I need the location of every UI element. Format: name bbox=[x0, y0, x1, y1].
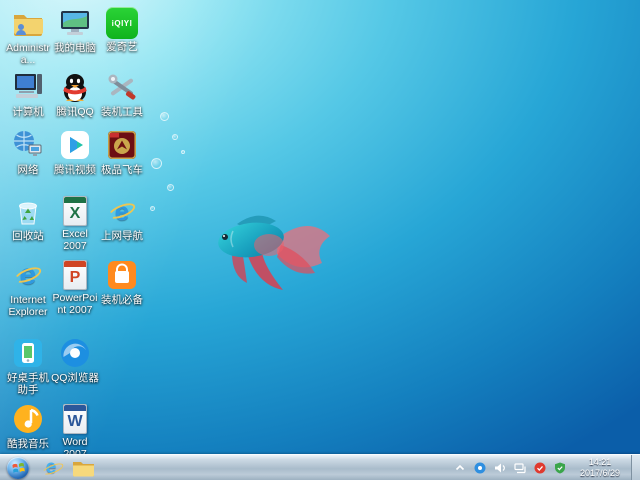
qq-penguin-icon bbox=[58, 70, 92, 104]
desktop-icon-label: 爱奇艺 bbox=[98, 41, 146, 53]
desktop-icon-label: 腾讯QQ bbox=[51, 106, 99, 118]
network-button[interactable] bbox=[513, 461, 527, 475]
excel-letter: X bbox=[70, 206, 81, 225]
clock-time: 14:21 bbox=[575, 457, 625, 468]
play-triangle-icon bbox=[58, 128, 92, 162]
desktop-icon-label: 装机工具 bbox=[98, 106, 146, 118]
hidden-icons-button[interactable] bbox=[453, 461, 467, 475]
desktop-icon-label: 好桌手机助手 bbox=[4, 372, 52, 397]
desktop-icon-label: 我的电脑 bbox=[51, 42, 99, 54]
desktop-icon-label: 计算机 bbox=[4, 106, 52, 118]
bubble bbox=[172, 134, 178, 140]
desktop-icon-my-computer[interactable]: 我的电脑 bbox=[51, 6, 99, 54]
powerpoint-band bbox=[64, 261, 86, 267]
desktop-icon-label: 回收站 bbox=[4, 230, 52, 242]
word-letter: W bbox=[67, 414, 82, 433]
betta-fish-image bbox=[203, 193, 343, 303]
word-band bbox=[64, 405, 86, 411]
desktop-icon-label: 腾讯视频 bbox=[51, 164, 99, 176]
desktop-icon-label: Administra... bbox=[4, 42, 52, 67]
desktop-icon-label: 极品飞车 bbox=[98, 164, 146, 176]
tray-app-icon[interactable] bbox=[473, 461, 487, 475]
desktop-icon-administrator[interactable]: Administra... bbox=[4, 6, 52, 67]
desktop-icon-label: PowerPoint 2007 bbox=[51, 292, 99, 317]
ie-icon: e bbox=[46, 457, 57, 479]
excel-band bbox=[64, 197, 86, 203]
desktop-icon-internet-explorer[interactable]: e Internet Explorer bbox=[4, 258, 52, 319]
desktop-icon-label: 酷我音乐 bbox=[4, 438, 52, 450]
shopping-bag-icon bbox=[105, 258, 139, 292]
iqiyi-icon: iQIYI bbox=[106, 7, 138, 39]
desktop-icon-web-nav[interactable]: e 上网导航 bbox=[98, 194, 146, 242]
desktop-icon-qq-browser[interactable]: QQ浏览器 bbox=[51, 336, 99, 384]
recycle-bin-icon bbox=[11, 194, 45, 228]
ie-e-icon: e bbox=[105, 194, 139, 228]
racing-game-icon bbox=[105, 128, 139, 162]
network-globe-icon bbox=[11, 128, 45, 162]
phone-icon bbox=[11, 336, 45, 370]
desktop-icon-nfs-game[interactable]: 极品飞车 bbox=[98, 128, 146, 176]
folder-icon bbox=[72, 458, 95, 477]
desktop-icon-excel[interactable]: X Excel 2007 bbox=[51, 194, 99, 253]
user-folder-icon bbox=[11, 6, 45, 40]
desktop-icon-label: 网络 bbox=[4, 164, 52, 176]
iqiyi-logo-text: iQIYI bbox=[112, 19, 133, 28]
desktop-icon-label: 装机必备 bbox=[98, 294, 146, 306]
taskbar-ie-button[interactable]: e bbox=[35, 456, 67, 480]
green-shield-icon bbox=[554, 462, 566, 474]
system-tray bbox=[453, 461, 567, 475]
taskbar-explorer-button[interactable] bbox=[67, 456, 99, 480]
volume-button[interactable] bbox=[493, 461, 507, 475]
clock-date: 2017/6/29 bbox=[575, 468, 625, 479]
excel-icon: X bbox=[63, 196, 87, 226]
taskbar-clock[interactable]: 14:21 2017/6/29 bbox=[575, 457, 625, 479]
desktop-icon-computer[interactable]: 计算机 bbox=[4, 70, 52, 118]
chevron-up-icon bbox=[454, 462, 466, 474]
desktop-icon-tencent-video[interactable]: 腾讯视频 bbox=[51, 128, 99, 176]
desktop-icon-install-tools[interactable]: 装机工具 bbox=[98, 70, 146, 118]
bubble bbox=[150, 206, 155, 211]
show-desktop-button[interactable] bbox=[631, 455, 640, 480]
start-button[interactable] bbox=[7, 457, 29, 479]
security-tray-button[interactable] bbox=[553, 461, 567, 475]
tools-icon bbox=[105, 70, 139, 104]
antivirus-tray-button[interactable] bbox=[533, 461, 547, 475]
monitor-icon bbox=[58, 6, 92, 40]
taskbar: e 14:21 2017/6/29 bbox=[0, 454, 640, 480]
browser-globe-icon bbox=[58, 336, 92, 370]
desktop-icon-phone-assistant[interactable]: 好桌手机助手 bbox=[4, 336, 52, 397]
desktop-icon-label: QQ浏览器 bbox=[51, 372, 99, 384]
powerpoint-icon: P bbox=[63, 260, 87, 290]
desktop-icon-kuwo-music[interactable]: 酷我音乐 bbox=[4, 402, 52, 450]
desktop-icon-label: 上网导航 bbox=[98, 230, 146, 242]
desktop-icon-iqiyi[interactable]: iQIYI 爱奇艺 bbox=[98, 6, 146, 53]
desktop-icon-powerpoint[interactable]: P PowerPoint 2007 bbox=[51, 258, 99, 317]
windows-flag-icon bbox=[12, 461, 25, 474]
network-icon bbox=[514, 462, 527, 474]
red-shield-icon bbox=[534, 462, 546, 474]
desktop-icon-word[interactable]: W Word 2007 bbox=[51, 402, 99, 461]
computer-icon bbox=[11, 70, 45, 104]
desktop[interactable]: Administra... 我的电脑 iQIYI 爱奇艺 计算机 腾讯QQ 装机… bbox=[0, 0, 640, 454]
desktop-icon-network[interactable]: 网络 bbox=[4, 128, 52, 176]
desktop-icon-recycle-bin[interactable]: 回收站 bbox=[4, 194, 52, 242]
desktop-icon-essentials[interactable]: 装机必备 bbox=[98, 258, 146, 306]
desktop-icon-tencent-qq[interactable]: 腾讯QQ bbox=[51, 70, 99, 118]
volume-icon bbox=[494, 462, 507, 474]
music-note-icon bbox=[11, 402, 45, 436]
bubble bbox=[160, 112, 169, 121]
bubble bbox=[167, 184, 174, 191]
word-icon: W bbox=[63, 404, 87, 434]
desktop-icon-label: Excel 2007 bbox=[51, 228, 99, 253]
desktop-icon-label: Internet Explorer bbox=[4, 294, 52, 319]
powerpoint-letter: P bbox=[70, 270, 81, 289]
blue-app-icon bbox=[474, 462, 486, 474]
bubble bbox=[151, 158, 162, 169]
bubble bbox=[181, 150, 185, 154]
ie-e-icon: e bbox=[11, 258, 45, 292]
